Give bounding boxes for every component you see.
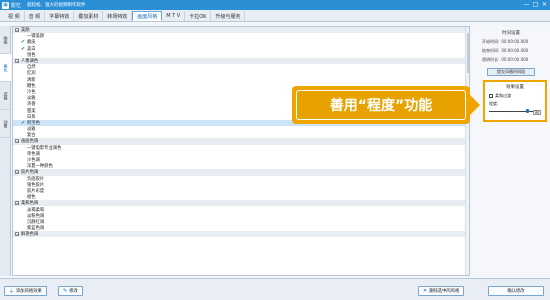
list-item-label: 红润 [27,71,36,77]
list-item-label: 褪色 [27,195,36,201]
list-item-label: 清新 [27,77,36,83]
sidebar-tab-0[interactable]: 画面 [0,26,11,54]
sidebar: 画面 美化 滤镜 动景 [0,26,11,276]
list-scrollbar[interactable] [465,27,469,275]
sidebar-tab-3[interactable]: 动景 [0,110,11,138]
tab-8[interactable]: 升级与服务 [211,11,246,21]
list-item-label: 磨皮 [27,40,36,46]
list-item-label: 日系 [27,114,36,120]
list-item-label: 淡粉色调 [27,213,45,219]
title-bar: ▣ 影忆 超轻松、强大的视频制作软件 — □ ✕ [0,0,550,10]
add-style-button[interactable]: ＋ 添加风格效果 [4,286,47,296]
style-list-panel: − 美颜 一键美颜 ✔ 磨皮 ✔ 美白 锐色 − 人像调色 自然 红润 清新 糖色 冷色 淡雅 浓香 甜美 日系 ✔ 阿… [12,26,470,276]
scroll-thumb[interactable] [466,33,469,73]
tab-6[interactable]: M T V [162,11,186,21]
main-tab-bar: 视 频音 频字幕特效 叠加素材 转场特效 画面风格 M T V 卡拉OK 升级与服务 [0,10,550,22]
list-item-label: 自然 [27,65,36,71]
delete-style-button[interactable]: ✕ 删除选中的风格 [418,286,465,296]
list-item-label: 单色调 [27,151,40,157]
category-row[interactable]: − 鲜艳色调 [13,231,469,238]
list-item-label: 胶片色调 [21,170,39,176]
list-item-label: 甜美 [27,108,36,114]
list-item-label: 柔和色调 [21,201,39,207]
list-item-label: 一键美颜 [27,34,45,40]
delete-icon: ✕ [423,288,428,294]
confirm-button[interactable]: 确认修改 [488,286,544,296]
degree-slider[interactable] [489,109,533,113]
time-settings-title: 时间设置 [502,31,520,36]
tab-7[interactable]: 卡拉OK [185,11,212,21]
tip-callout-text: 善用“程度”功能 [296,90,466,120]
tab-5[interactable]: 画面风格 [132,11,163,21]
list-item-label: 负面胶片 [27,176,45,182]
end-time-field[interactable]: 00:00:00.000 [501,48,528,54]
list-item-label: 美白 [27,46,36,52]
bottom-toolbar: ＋ 添加风格效果 ✎ 修改 ✕ 删除选中的风格 确认修改 [0,278,550,300]
slider-knob[interactable] [525,109,529,113]
tab-1[interactable]: 音 频 [25,11,46,21]
modify-button[interactable]: ✎ 修改 [58,286,83,296]
minimize-button[interactable]: — [523,1,530,8]
tab-3[interactable]: 叠加素材 [74,11,104,21]
app-logo-icon: ▣ [2,1,9,9]
list-item-label: 沉静红调 [27,219,45,225]
collapse-icon[interactable]: − [15,201,19,206]
list-item-label: 人像调色 [21,59,39,65]
add-icon: ＋ [9,288,15,295]
list-item-label: 糖色 [27,83,36,89]
collapse-icon[interactable]: − [15,59,19,64]
tip-callout: 善用“程度”功能 [292,86,480,124]
sidebar-tab-1[interactable]: 美化 [0,54,11,82]
tab-0[interactable]: 视 频 [4,11,25,21]
degree-value[interactable]: 90 [533,110,541,115]
callout-arrow [469,94,480,116]
collapse-icon[interactable]: − [15,139,19,144]
collapse-icon[interactable]: − [15,170,19,175]
list-item-label: 淡雅 [27,127,36,133]
list-item-label: 银色胶片 [27,182,45,188]
collapse-icon[interactable]: − [15,28,19,33]
list-item-label: 沙色调 [27,158,40,164]
checkbox-icon[interactable] [489,94,493,98]
start-time-field[interactable]: 00:00:00.000 [501,39,528,45]
window-controls: — □ ✕ [523,1,548,8]
app-name: 影忆 [11,2,22,9]
end-time-row: 结束时间: 00:00:00.000 [482,48,529,54]
list-item-label: 深夏一种颜色 [27,164,53,170]
list-item-label: 冷色 [27,89,36,95]
list-item-label: 浓香 [27,102,36,108]
list-item-label: 美颜 [21,28,30,34]
list-item-label: 画面色调 [21,139,39,145]
submit-time-button[interactable]: 提交风格时间段 [487,68,535,76]
collapse-icon[interactable]: − [15,232,19,237]
time-settings-panel: 时间设置 开始时间: 00:00:00.000 结束时间: 00:00:00.0… [472,26,550,276]
tab-4[interactable]: 转场特效 [103,11,133,21]
list-item-label: 锐色 [27,52,36,58]
list-item-label: 胶片彩度 [27,188,45,194]
effect-settings-title: 效果设置 [506,85,524,90]
effect-settings-box: 效果设置 柔和过渡 程度: 90 [483,80,547,122]
list-item-label: 一键电影专业调色 [27,145,62,151]
close-button[interactable]: ✕ [541,1,548,8]
fade-time-row: 透明时长: 00:00:00.000 [482,57,529,63]
list-item-label: 阿宝色 [27,120,40,126]
app-slogan: 超轻松、强大的视频制作软件 [27,3,86,8]
smooth-transition-checkbox[interactable]: 柔和过渡 [489,93,545,99]
list-item-label: 鲜艳色调 [21,232,39,238]
maximize-button[interactable]: □ [532,1,539,8]
list-item-label: 紫蓝色调 [27,226,45,232]
fade-time-field[interactable]: 00:00:00.000 [501,57,528,63]
list-item-label: 淡褐柔和 [27,207,45,213]
degree-label: 程度: [489,101,499,106]
tab-2[interactable]: 字幕特效 [45,11,75,21]
list-item-label: 复古 [27,133,36,139]
sidebar-tab-2[interactable]: 滤镜 [0,82,11,110]
start-time-row: 开始时间: 00:00:00.000 [482,39,529,45]
list-item-label: 淡雅 [27,96,36,102]
edit-icon: ✎ [63,288,68,294]
